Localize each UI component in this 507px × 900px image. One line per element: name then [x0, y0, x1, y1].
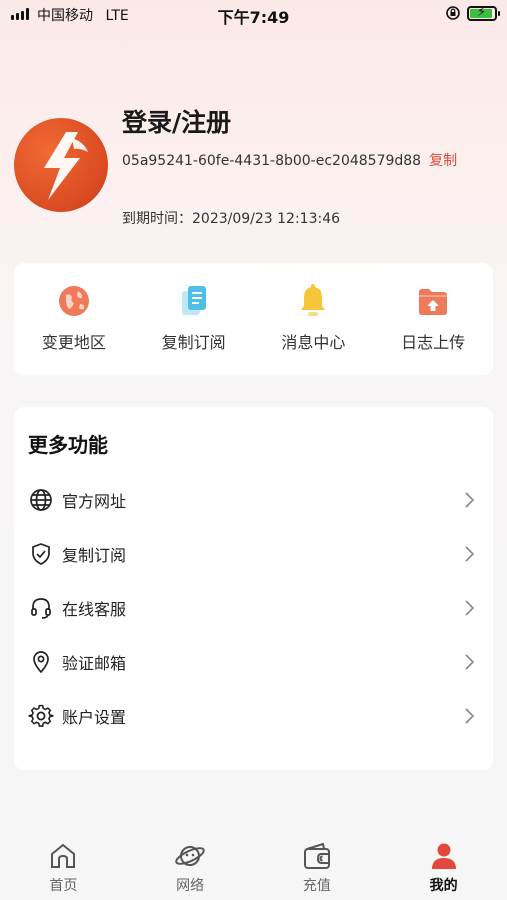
tab-recharge-label: 充值	[302, 878, 331, 894]
log-upload-label: 日志上传	[401, 333, 466, 352]
tab-network[interactable]: 网络	[127, 826, 254, 900]
orientation-lock-icon	[446, 6, 460, 20]
change-region-label: 变更地区	[41, 333, 106, 352]
tab-home-label: 首页	[49, 878, 78, 894]
avatar[interactable]	[14, 118, 108, 212]
online-support-item[interactable]: 在线客服	[14, 581, 493, 635]
chevron-right-icon	[465, 654, 475, 670]
bottom-tab-bar: 首页 网络 充值 我的	[0, 826, 507, 900]
tab-network-label: 网络	[176, 878, 205, 894]
quick-actions-card: 变更地区 复制订阅 消息中心 日志上传	[14, 263, 493, 375]
copy-subscription-button[interactable]: 复制订阅	[134, 263, 254, 375]
log-upload-button[interactable]: 日志上传	[373, 263, 493, 375]
login-register-link[interactable]: 登录/注册	[122, 103, 231, 139]
account-settings-item[interactable]: 账户设置	[14, 689, 493, 743]
battery-icon: ⚡	[467, 5, 500, 21]
device-id-text: 05a95241-60fe-4431-8b00-ec2048579d88	[122, 153, 422, 169]
location-pin-icon	[28, 649, 54, 675]
account-settings-label: 账户设置	[62, 708, 127, 727]
folder-upload-icon	[419, 289, 448, 315]
copy-doc-icon	[181, 286, 206, 315]
gear-icon	[28, 703, 54, 729]
headset-icon	[28, 595, 54, 621]
status-bar: 中国移动 LTE 下午7:49 ⚡	[0, 0, 507, 30]
expiry-value: 2023/09/23 12:13:46	[192, 211, 341, 227]
wallet-icon	[303, 842, 330, 869]
more-functions-card: 更多功能 官方网址 复制订阅 在线客服 验证邮箱 账户设置	[14, 407, 493, 770]
home-icon	[51, 843, 76, 868]
user-icon	[431, 843, 456, 869]
message-center-button[interactable]: 消息中心	[254, 263, 374, 375]
verify-email-label: 验证邮箱	[62, 654, 127, 673]
expiry-label: 到期时间：	[122, 211, 192, 227]
expiry-info: 到期时间：2023/09/23 12:13:46	[122, 208, 340, 228]
chevron-right-icon	[465, 708, 475, 724]
more-functions-list: 官方网址 复制订阅 在线客服 验证邮箱 账户设置	[14, 473, 493, 743]
official-website-label: 官方网址	[62, 492, 127, 511]
copy-subscription-label: 复制订阅	[161, 333, 226, 352]
message-center-label: 消息中心	[281, 333, 346, 352]
tab-recharge[interactable]: 充值	[254, 826, 381, 900]
change-region-button[interactable]: 变更地区	[14, 263, 134, 375]
device-id: 05a95241-60fe-4431-8b00-ec2048579d88 复制	[122, 147, 492, 175]
bell-icon	[301, 284, 326, 316]
copy-id-button[interactable]: 复制	[429, 153, 457, 169]
lightning-logo-icon	[44, 132, 88, 200]
copy-subscription-item[interactable]: 复制订阅	[14, 527, 493, 581]
status-right: ⚡	[445, 5, 500, 21]
official-website-item[interactable]: 官方网址	[14, 473, 493, 527]
tab-mine[interactable]: 我的	[380, 826, 507, 900]
globe-icon	[58, 286, 89, 316]
verify-email-item[interactable]: 验证邮箱	[14, 635, 493, 689]
status-time: 下午7:49	[217, 8, 290, 27]
tab-mine-label: 我的	[429, 878, 458, 894]
globe-outline-icon	[28, 487, 54, 513]
planet-icon	[175, 846, 205, 866]
tab-home[interactable]: 首页	[0, 826, 127, 900]
more-functions-title: 更多功能	[28, 433, 108, 457]
copy-subscription-item-label: 复制订阅	[62, 546, 127, 565]
shield-check-icon	[28, 541, 54, 567]
chevron-right-icon	[465, 546, 475, 562]
chevron-right-icon	[465, 600, 475, 616]
chevron-right-icon	[465, 492, 475, 508]
online-support-label: 在线客服	[62, 600, 127, 619]
